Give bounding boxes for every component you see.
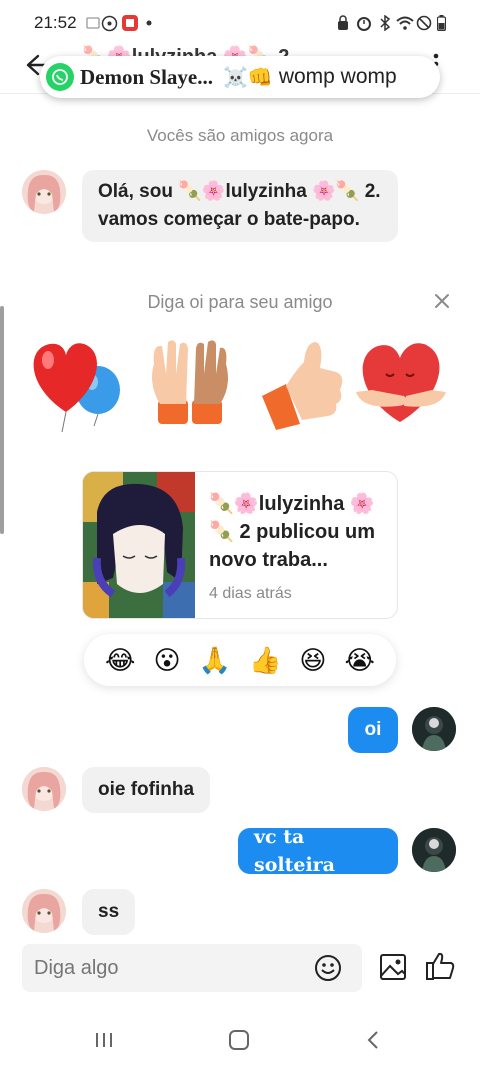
app-notification-icon bbox=[122, 14, 138, 32]
system-back-button[interactable] bbox=[362, 1028, 386, 1052]
bluetooth-icon bbox=[378, 14, 392, 32]
reactions-bar: 😂 😮 🙏 👍 😆 😭 bbox=[84, 634, 396, 686]
cast-icon bbox=[86, 14, 100, 32]
wifi-icon bbox=[396, 14, 414, 32]
sticker-heart-hug[interactable] bbox=[352, 334, 450, 434]
reaction-thumbs-up[interactable]: 👍 bbox=[249, 645, 281, 676]
post-card-time: 4 dias atrás bbox=[209, 585, 292, 602]
battery-icon bbox=[436, 14, 446, 32]
friends-now-note: Vocês são amigos agora bbox=[146, 126, 334, 145]
whatsapp-icon bbox=[100, 14, 118, 32]
post-thumbnail bbox=[83, 472, 195, 618]
my-avatar[interactable] bbox=[412, 707, 456, 751]
thumbs-up-icon bbox=[262, 342, 343, 430]
intro-message-bubble: Olá, sou 🍡🌸lulyzinha 🌸🍡 2. vamos começar… bbox=[82, 170, 398, 242]
alarm-lock-icon bbox=[336, 14, 350, 32]
emoji-button[interactable] bbox=[314, 954, 342, 982]
reaction-pray[interactable]: 🙏 bbox=[199, 645, 231, 676]
smiley-icon bbox=[315, 955, 341, 981]
reaction-laughing[interactable]: 😂 bbox=[105, 645, 135, 676]
status-time: 21:52 bbox=[34, 13, 77, 32]
system-navigation-bar bbox=[0, 1010, 480, 1066]
close-say-hi-button[interactable] bbox=[434, 292, 450, 315]
recent-apps-icon bbox=[96, 1033, 112, 1047]
friend-avatar[interactable] bbox=[22, 767, 66, 811]
message-in: oie fofinha bbox=[82, 767, 211, 813]
notification-emojis: ☠️👊 bbox=[223, 66, 273, 89]
message-out: oi bbox=[348, 707, 398, 753]
sticker-thumbs-up[interactable] bbox=[256, 334, 354, 434]
home-icon bbox=[229, 1030, 249, 1050]
sticker-high-five[interactable] bbox=[140, 334, 238, 434]
heart-balloons-icon bbox=[33, 343, 120, 433]
sticker-heart-balloons[interactable] bbox=[26, 334, 124, 434]
alarm-icon bbox=[356, 14, 372, 32]
image-icon bbox=[380, 954, 406, 980]
reaction-surprised[interactable]: 😮 bbox=[153, 645, 180, 676]
more-notifications-dot-icon bbox=[146, 14, 152, 32]
home-button[interactable] bbox=[226, 1028, 252, 1052]
recent-apps-button[interactable] bbox=[90, 1030, 118, 1050]
reaction-grinning[interactable]: 😆 bbox=[299, 645, 326, 676]
do-not-disturb-icon bbox=[416, 14, 432, 32]
high-five-hands-icon bbox=[152, 340, 228, 424]
new-post-card[interactable]: 🍡🌸lulyzinha 🌸🍡 2 publicou um novo traba.… bbox=[82, 471, 398, 619]
my-avatar[interactable] bbox=[412, 828, 456, 872]
message-out: vc ta solteira bbox=[238, 826, 398, 876]
friend-avatar[interactable] bbox=[22, 170, 66, 214]
heart-hug-icon bbox=[356, 343, 446, 422]
like-button[interactable] bbox=[424, 950, 456, 982]
notification-message: womp womp bbox=[278, 65, 397, 88]
message-in: ss bbox=[82, 889, 136, 935]
status-bar: 21:52 bbox=[0, 0, 480, 44]
image-button[interactable] bbox=[378, 952, 408, 982]
thumbs-up-icon bbox=[426, 952, 455, 980]
close-icon bbox=[435, 294, 449, 308]
message-input[interactable] bbox=[34, 944, 314, 992]
whatsapp-logo-icon bbox=[46, 63, 74, 91]
chevron-left-icon bbox=[367, 1031, 378, 1049]
post-card-title: 🍡🌸lulyzinha 🌸🍡 2 publicou um novo traba.… bbox=[209, 493, 376, 571]
friend-avatar[interactable] bbox=[22, 889, 66, 933]
message-composer bbox=[22, 944, 362, 992]
say-hi-title: Diga oi para seu amigo bbox=[147, 292, 333, 312]
whatsapp-notification-toast[interactable]: Demon Slaye... ☠️👊 womp womp bbox=[40, 56, 440, 98]
scrollbar[interactable] bbox=[0, 306, 4, 534]
reaction-crying[interactable]: 😭 bbox=[345, 645, 375, 676]
notification-group-name: Demon Slaye... bbox=[80, 64, 213, 89]
